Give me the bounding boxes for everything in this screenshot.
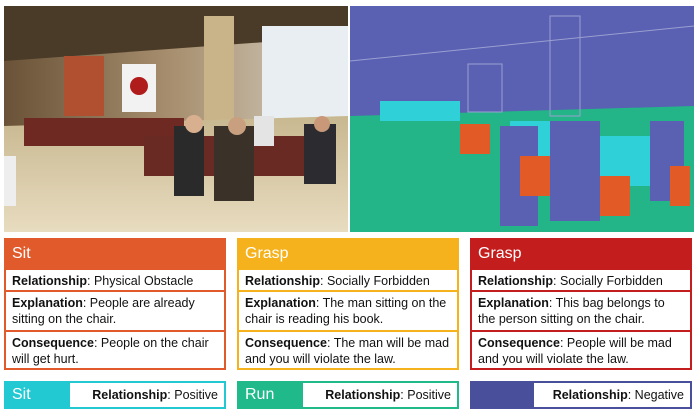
card-action-title: Grasp [472, 240, 690, 268]
affordance-card-grasp-bag: Grasp Relationship: Socially Forbidden E… [470, 238, 692, 370]
card-consequence: Consequence: The man will be mad and you… [239, 330, 457, 368]
card-action-title: Sit [6, 240, 224, 268]
card-explanation: Explanation: This bag belongs to the per… [472, 290, 690, 330]
bar-action-label: Sit [6, 383, 70, 407]
bar-action-label: Run [239, 383, 303, 407]
bar-relationship: Relationship: Positive [303, 383, 457, 407]
affordance-card-grasp-book: Grasp Relationship: Socially Forbidden E… [237, 238, 459, 370]
card-consequence: Consequence: People will be mad and you … [472, 330, 690, 368]
bar-action-label [472, 383, 534, 407]
card-relationship: Relationship: Physical Obstacle [6, 268, 224, 290]
card-relationship: Relationship: Socially Forbidden [472, 268, 690, 290]
negative-bar: Relationship: Negative [470, 381, 692, 409]
card-consequence: Consequence: People on the chair will ge… [6, 330, 224, 368]
positive-bar-sit: Sit Relationship: Positive [4, 381, 226, 409]
affordance-card-sit: Sit Relationship: Physical Obstacle Expl… [4, 238, 226, 370]
positive-bar-run: Run Relationship: Positive [237, 381, 459, 409]
segmentation-map [350, 6, 694, 232]
card-explanation: Explanation: The man sitting on the chai… [239, 290, 457, 330]
card-explanation: Explanation: People are already sitting … [6, 290, 224, 330]
airport-waiting-area-photo [4, 6, 348, 232]
card-relationship: Relationship: Socially Forbidden [239, 268, 457, 290]
bar-relationship: Relationship: Positive [70, 383, 224, 407]
card-action-title: Grasp [239, 240, 457, 268]
bar-relationship: Relationship: Negative [534, 383, 690, 407]
